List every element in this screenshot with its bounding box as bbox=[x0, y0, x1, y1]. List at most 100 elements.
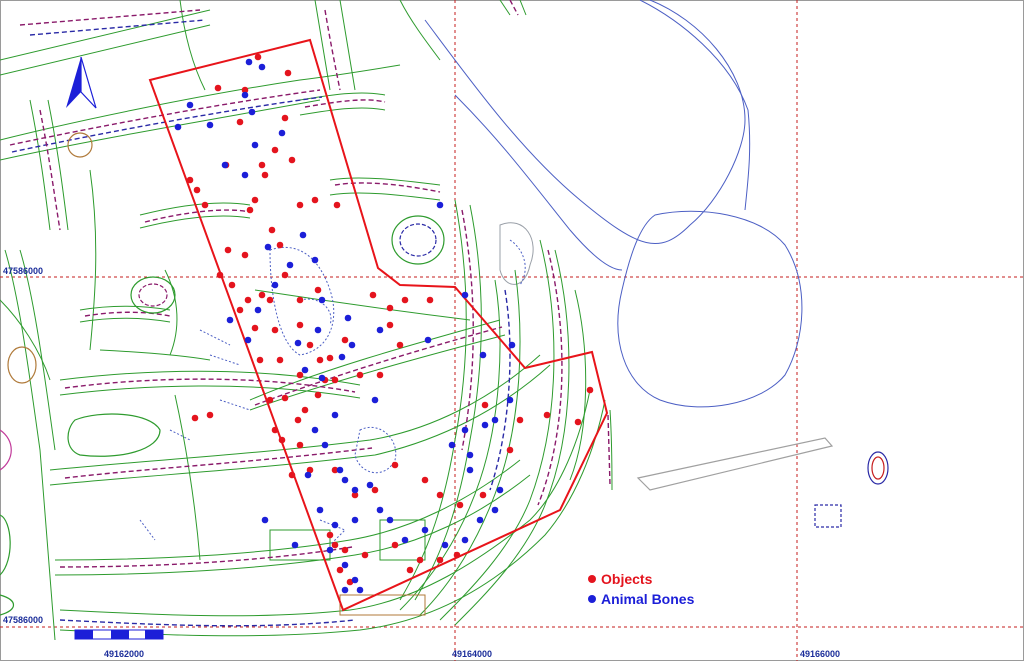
easting-label-left: 49162000 bbox=[104, 649, 144, 659]
animal-bone-find-point bbox=[271, 281, 279, 289]
object-find-point bbox=[193, 186, 201, 194]
animal-bone-find-point bbox=[318, 296, 326, 304]
legend-animal-bones-label: Animal Bones bbox=[601, 591, 695, 607]
object-find-point bbox=[516, 416, 524, 424]
object-find-point bbox=[331, 541, 339, 549]
object-find-point bbox=[386, 321, 394, 329]
object-find-point bbox=[276, 356, 284, 364]
animal-bone-find-point bbox=[386, 516, 394, 524]
animal-bone-find-point bbox=[291, 541, 299, 549]
object-find-point bbox=[281, 394, 289, 402]
object-find-point bbox=[421, 476, 429, 484]
northing-label-top: 47586000 bbox=[3, 266, 43, 276]
object-find-point bbox=[333, 201, 341, 209]
object-find-point bbox=[386, 304, 394, 312]
object-find-point bbox=[288, 156, 296, 164]
animal-bone-find-point bbox=[341, 561, 349, 569]
animal-bone-find-point bbox=[314, 326, 322, 334]
legend-animal-bones-marker bbox=[588, 595, 596, 603]
object-find-point bbox=[481, 401, 489, 409]
animal-bone-find-point bbox=[301, 366, 309, 374]
animal-bone-find-point bbox=[481, 421, 489, 429]
animal-bone-find-point bbox=[174, 123, 182, 131]
animal-bone-find-point bbox=[401, 536, 409, 544]
animal-bone-find-point bbox=[351, 486, 359, 494]
animal-bone-find-point bbox=[221, 161, 229, 169]
object-find-point bbox=[391, 461, 399, 469]
animal-bone-find-point bbox=[331, 521, 339, 529]
animal-bone-find-point bbox=[351, 576, 359, 584]
object-find-point bbox=[453, 551, 461, 559]
animal-bone-find-point bbox=[506, 396, 514, 404]
animal-bone-find-point bbox=[461, 291, 469, 299]
object-find-point bbox=[306, 341, 314, 349]
object-find-point bbox=[326, 354, 334, 362]
easting-label-middle: 49164000 bbox=[452, 649, 492, 659]
animal-bone-find-point bbox=[316, 506, 324, 514]
animal-bone-find-point bbox=[508, 341, 516, 349]
animal-bone-find-point bbox=[286, 261, 294, 269]
animal-bone-find-point bbox=[264, 243, 272, 251]
animal-bone-find-point bbox=[248, 108, 256, 116]
object-find-point bbox=[244, 296, 252, 304]
object-find-point bbox=[586, 386, 594, 394]
animal-bone-find-point bbox=[258, 63, 266, 71]
object-find-point bbox=[224, 246, 232, 254]
object-find-point bbox=[296, 201, 304, 209]
object-find-point bbox=[271, 326, 279, 334]
object-find-point bbox=[261, 171, 269, 179]
animal-bone-find-point bbox=[466, 466, 474, 474]
object-find-point bbox=[254, 53, 262, 61]
animal-bone-find-point bbox=[311, 426, 319, 434]
object-find-point bbox=[456, 501, 464, 509]
object-find-point bbox=[371, 486, 379, 494]
animal-bone-find-point bbox=[421, 526, 429, 534]
object-find-point bbox=[236, 306, 244, 314]
animal-bone-find-point bbox=[366, 481, 374, 489]
animal-bone-find-point bbox=[254, 306, 262, 314]
object-find-point bbox=[396, 341, 404, 349]
object-find-point bbox=[376, 371, 384, 379]
object-find-point bbox=[296, 296, 304, 304]
object-find-point bbox=[276, 241, 284, 249]
site-map: 47586000 47586000 49162000 49164000 4916… bbox=[0, 0, 1024, 661]
object-find-point bbox=[296, 441, 304, 449]
object-find-point bbox=[301, 406, 309, 414]
object-find-point bbox=[256, 356, 264, 364]
object-find-point bbox=[214, 84, 222, 92]
object-find-point bbox=[436, 491, 444, 499]
animal-bone-find-point bbox=[448, 441, 456, 449]
object-find-point bbox=[416, 556, 424, 564]
object-find-point bbox=[228, 281, 236, 289]
object-find-point bbox=[341, 546, 349, 554]
object-find-point bbox=[361, 551, 369, 559]
object-find-point bbox=[294, 416, 302, 424]
animal-bone-find-point bbox=[466, 451, 474, 459]
object-find-point bbox=[336, 566, 344, 574]
animal-bone-find-point bbox=[241, 171, 249, 179]
animal-bone-find-point bbox=[321, 441, 329, 449]
object-find-point bbox=[296, 321, 304, 329]
animal-bone-find-point bbox=[304, 471, 312, 479]
object-find-point bbox=[281, 114, 289, 122]
object-find-point bbox=[216, 271, 224, 279]
object-find-point bbox=[191, 414, 199, 422]
object-find-point bbox=[574, 418, 582, 426]
animal-bone-find-point bbox=[341, 586, 349, 594]
object-find-point bbox=[341, 336, 349, 344]
animal-bone-find-point bbox=[356, 586, 364, 594]
object-find-point bbox=[314, 391, 322, 399]
easting-label-right: 49166000 bbox=[800, 649, 840, 659]
object-find-point bbox=[271, 146, 279, 154]
object-find-point bbox=[284, 69, 292, 77]
object-find-point bbox=[266, 396, 274, 404]
animal-bone-find-point bbox=[341, 476, 349, 484]
object-find-point bbox=[251, 196, 259, 204]
animal-bone-find-point bbox=[261, 516, 269, 524]
object-find-point bbox=[436, 556, 444, 564]
animal-bone-find-point bbox=[476, 516, 484, 524]
object-find-point bbox=[206, 411, 214, 419]
object-find-point bbox=[266, 296, 274, 304]
object-find-point bbox=[271, 426, 279, 434]
object-find-point bbox=[268, 226, 276, 234]
